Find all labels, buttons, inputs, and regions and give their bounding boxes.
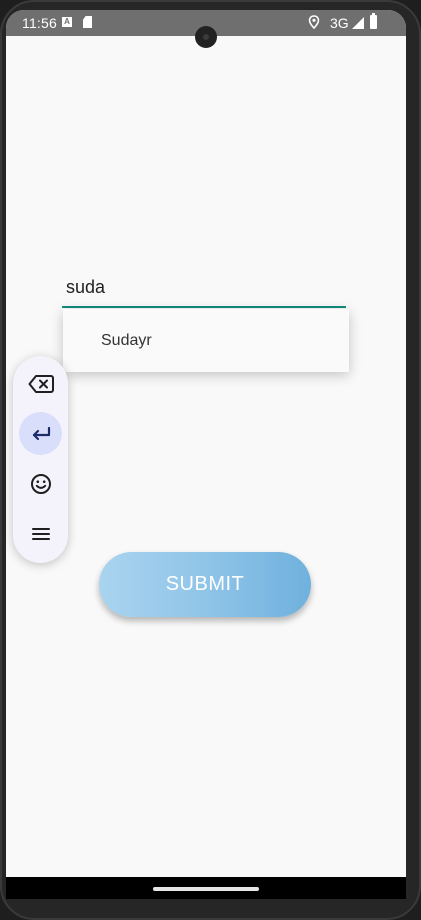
city-input[interactable] — [62, 268, 346, 308]
location-icon — [308, 15, 320, 29]
keyboard-floating-toolbar — [13, 356, 68, 563]
enter-icon — [32, 426, 50, 440]
network-type: 3G — [330, 15, 349, 31]
camera-cutout — [195, 26, 217, 48]
battery-icon — [370, 13, 377, 29]
sd-card-icon — [83, 16, 92, 28]
suggestion-item[interactable]: Sudayr — [63, 309, 349, 372]
a-notification-icon: A — [62, 17, 72, 27]
navigation-bar — [6, 877, 406, 899]
autocomplete-dropdown: Sudayr — [63, 309, 349, 372]
backspace-icon — [28, 374, 54, 393]
submit-button[interactable]: SUBMIT — [99, 552, 311, 617]
emoji-icon — [30, 473, 51, 494]
enter-button[interactable] — [19, 412, 62, 455]
signal-icon — [352, 17, 364, 29]
home-gesture-handle[interactable] — [153, 887, 259, 891]
emoji-button[interactable] — [19, 462, 62, 505]
menu-button[interactable] — [19, 512, 62, 555]
screen: 11:56 A 3G Sudayr SUBMIT — [6, 10, 406, 899]
backspace-button[interactable] — [19, 362, 62, 405]
status-time: 11:56 — [22, 15, 57, 31]
menu-icon — [31, 527, 50, 540]
